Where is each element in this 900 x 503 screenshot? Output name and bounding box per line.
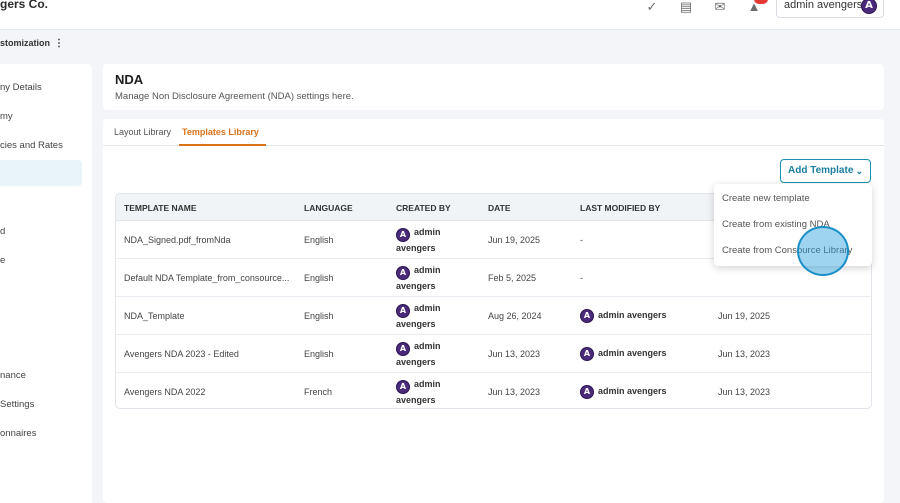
sidebar-item-settings[interactable]: Settings: [0, 399, 34, 410]
date: Jun 19, 2025: [488, 235, 541, 245]
mail-icon[interactable]: ✉: [711, 0, 729, 14]
template-name[interactable]: Default NDA Template_from_consource...: [124, 273, 289, 283]
template-name[interactable]: Avengers NDA 2022: [124, 387, 205, 397]
avatar: [396, 380, 410, 394]
company-name: gers Co.: [0, 0, 49, 11]
column-header: TEMPLATE NAME: [124, 203, 197, 213]
creator-name-2: avengers: [396, 357, 436, 367]
avatar: [861, 0, 877, 14]
creator-name-2: avengers: [396, 319, 436, 329]
sidebar-item-active[interactable]: [0, 160, 82, 186]
creator-name: admin: [414, 227, 441, 237]
column-header: LANGUAGE: [304, 203, 353, 213]
creator-name: admin: [414, 379, 441, 389]
last-modified-by: -: [580, 235, 583, 245]
creator-name: admin: [414, 303, 441, 313]
avatar: [580, 309, 594, 323]
modifier-name: admin avengers: [598, 348, 667, 358]
language: English: [304, 311, 334, 321]
date: Jun 13, 2023: [488, 387, 541, 397]
click-indicator: [797, 226, 849, 276]
date: Aug 26, 2024: [488, 311, 542, 321]
avatar: [396, 304, 410, 318]
language: English: [304, 273, 334, 283]
sidebar-item-governance[interactable]: nance: [0, 370, 26, 381]
last-modified-by: -: [580, 273, 583, 283]
language: French: [304, 387, 333, 397]
creator-name: admin: [414, 265, 441, 275]
user-name: admin avengers: [784, 0, 863, 11]
date: Jun 13, 2023: [488, 349, 541, 359]
modified-date: Jun 19, 2025: [718, 311, 771, 321]
page-subtitle: Manage Non Disclosure Agreement (NDA) se…: [115, 91, 354, 102]
creator-name-2: avengers: [396, 395, 436, 405]
menu-item-create-new-template[interactable]: Create new template: [722, 193, 810, 204]
sidebar-item-questionnaires[interactable]: onnaires: [0, 428, 36, 439]
creator-name-2: avengers: [396, 243, 436, 253]
sidebar-item-taxonomy[interactable]: my: [0, 111, 13, 122]
sidebar-item-d[interactable]: d: [0, 226, 5, 237]
sidebar-item-company-details[interactable]: ny Details: [0, 82, 42, 93]
modified-date: Jun 13, 2023: [718, 349, 771, 359]
modifier-name: admin avengers: [598, 310, 667, 320]
column-header: LAST MODIFIED BY: [580, 203, 661, 213]
top-bar: gers Co. ✓ ▤ ✉ ▲ admin avengers: [0, 0, 900, 30]
template-name[interactable]: NDA_Template: [124, 311, 185, 321]
avatar: [396, 228, 410, 242]
document-icon[interactable]: ▤: [677, 0, 695, 14]
modifier-name: admin avengers: [598, 386, 667, 396]
table-row[interactable]: Avengers NDA 2023 - Edited English admin…: [116, 335, 871, 373]
chevron-down-icon: ⌄: [855, 166, 863, 176]
language: English: [304, 349, 334, 359]
template-name[interactable]: Avengers NDA 2023 - Edited: [124, 349, 239, 359]
creator-name-2: avengers: [396, 281, 436, 291]
active-tab-indicator: [179, 144, 266, 146]
tab-templates-library[interactable]: Templates Library: [182, 127, 259, 137]
avatar: [580, 347, 594, 361]
date: Feb 5, 2025: [488, 273, 537, 283]
sidebar-item-e[interactable]: e: [0, 255, 5, 266]
table-row[interactable]: Avengers NDA 2022 French admin avengers …: [116, 373, 871, 408]
tab-bar: Layout Library Templates Library: [103, 119, 884, 146]
avatar: [396, 342, 410, 356]
template-name[interactable]: NDA_Signed.pdf_fromNda: [124, 235, 231, 245]
kebab-menu-icon[interactable]: ⋮: [54, 38, 64, 49]
modified-date: Jun 13, 2023: [718, 387, 771, 397]
page-title: NDA: [115, 72, 144, 87]
sidebar-item-currencies-and-rates[interactable]: cies and Rates: [0, 140, 63, 151]
table-row[interactable]: NDA_Template English admin avengers Aug …: [116, 297, 871, 335]
notification-badge: [754, 0, 768, 4]
add-template-button[interactable]: Add Template ⌄: [780, 159, 871, 183]
tab-layout-library[interactable]: Layout Library: [114, 127, 171, 137]
check-circle-icon[interactable]: ✓: [643, 0, 661, 14]
language: English: [304, 235, 334, 245]
section-title-text: stomization: [0, 38, 51, 48]
add-template-label: Add Template: [788, 165, 854, 176]
creator-name: admin: [414, 341, 441, 351]
avatar: [396, 266, 410, 280]
section-title: stomization ⋮: [0, 38, 64, 49]
column-header: DATE: [488, 203, 511, 213]
sidebar: ny Details my cies and Rates d e nance S…: [0, 64, 92, 503]
avatar: [580, 385, 594, 399]
user-menu[interactable]: admin avengers: [776, 0, 884, 18]
column-header: CREATED BY: [396, 203, 451, 213]
page-header-card: NDA Manage Non Disclosure Agreement (NDA…: [103, 64, 884, 110]
